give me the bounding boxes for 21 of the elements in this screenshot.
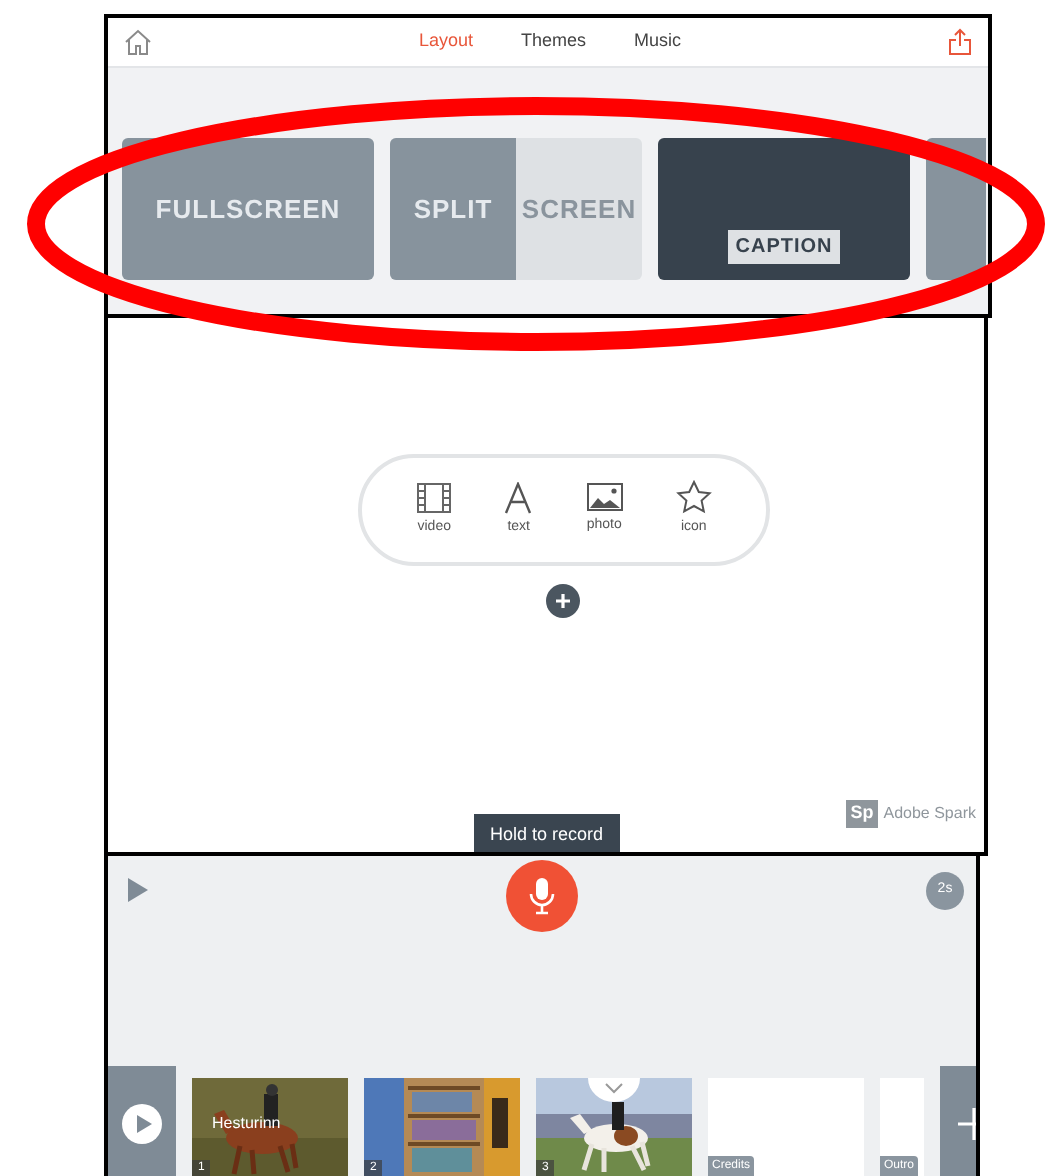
home-icon[interactable] — [124, 28, 152, 56]
tab[interactable]: Layout — [394, 28, 497, 56]
microphone-icon — [528, 876, 556, 916]
letter-icon — [504, 481, 533, 514]
play-icon — [122, 1104, 162, 1144]
record-button[interactable] — [506, 860, 578, 932]
tab[interactable]: Themes — [497, 28, 611, 56]
star-icon — [675, 480, 712, 515]
brand-logo: Sp — [846, 800, 878, 827]
play-icon[interactable] — [128, 878, 148, 902]
image-icon — [585, 482, 624, 513]
film-icon — [416, 481, 453, 514]
add-button[interactable] — [546, 584, 580, 618]
share-icon[interactable] — [948, 28, 972, 56]
slide-title: Hesturinn — [212, 1112, 281, 1136]
plus-icon — [554, 592, 572, 610]
layout-option[interactable]: CAPTION — [658, 138, 910, 280]
tab[interactable]: Music — [610, 28, 706, 56]
chevron-icon[interactable] — [588, 1078, 640, 1102]
brand-name: Adobe Spark — [883, 801, 976, 826]
play-button[interactable] — [108, 1066, 176, 1176]
